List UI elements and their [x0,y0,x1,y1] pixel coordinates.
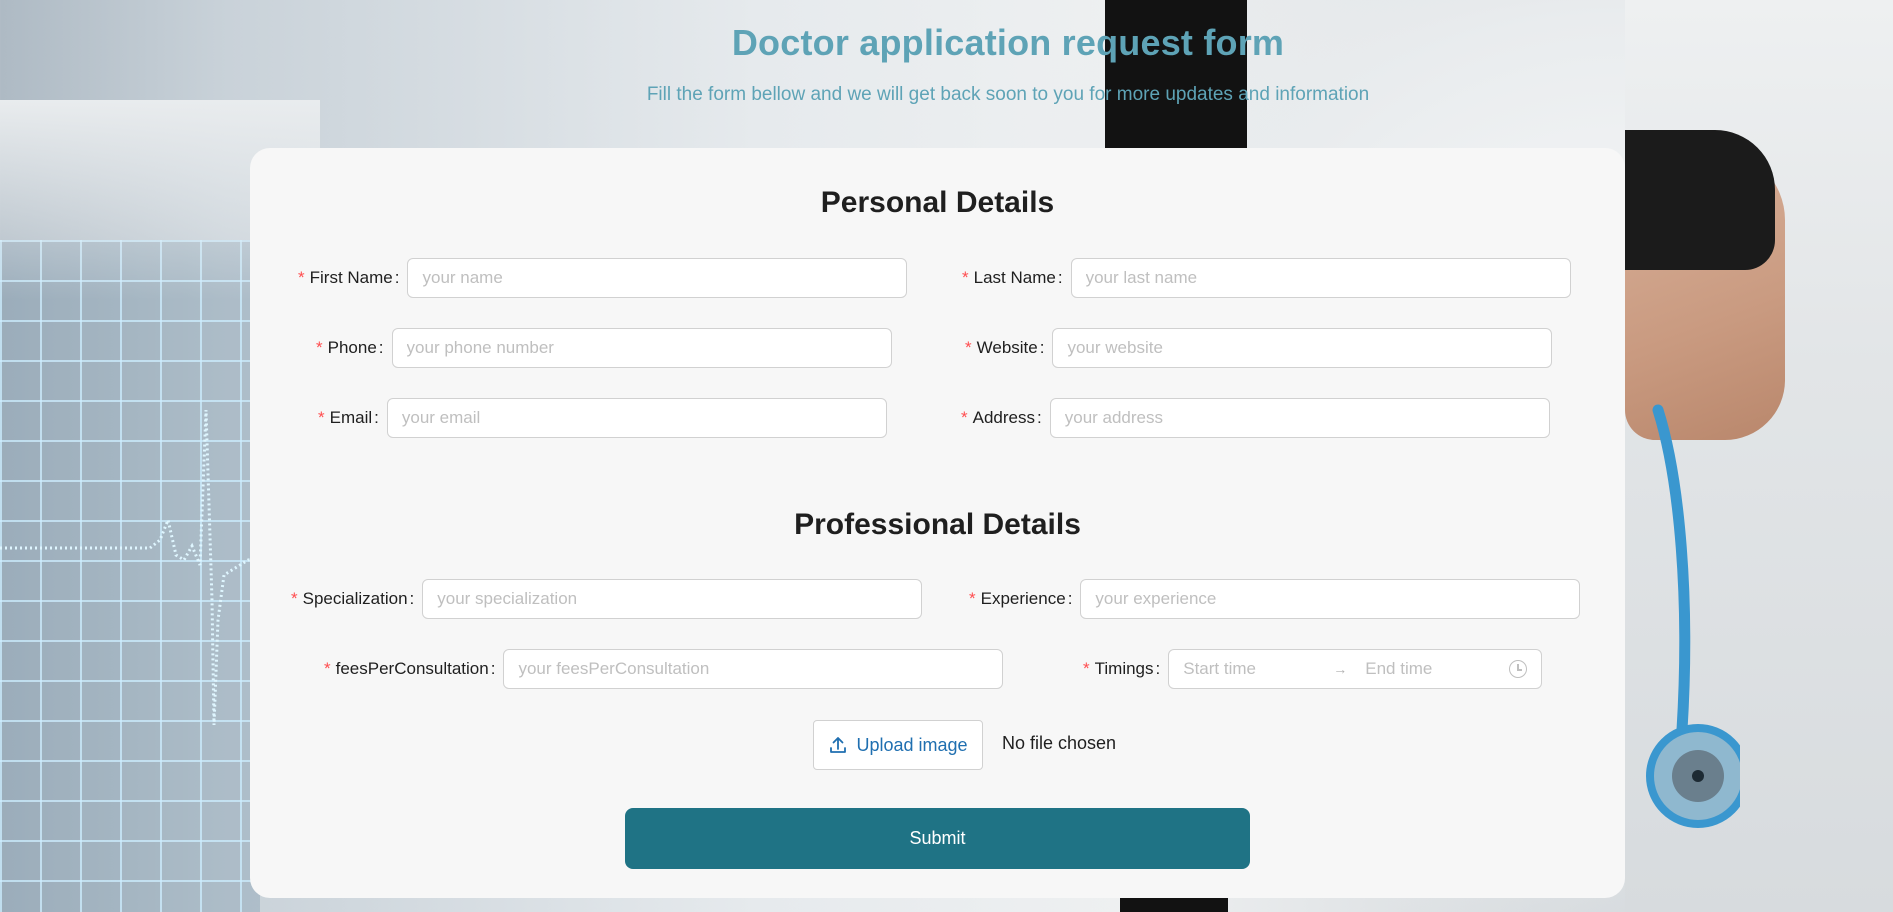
required-mark: * [324,659,331,678]
experience-label: * Experience : [969,589,1073,608]
address-input[interactable] [1049,398,1550,438]
start-time-input[interactable]: Start time [1183,659,1333,679]
application-form-card: Personal Details * First Name : * Last N… [250,148,1625,898]
required-mark: * [969,589,976,608]
specialization-field: * Specialization : [291,579,923,619]
required-mark: * [965,338,972,357]
fees-per-consultation-input[interactable] [503,649,1004,689]
required-mark: * [961,408,968,427]
specialization-label: * Specialization : [291,589,415,608]
email-field: * Email : [318,398,887,438]
last-name-label: * Last Name : [962,268,1063,287]
stethoscope-graphic [1646,404,1740,828]
first-name-field: * First Name : [298,258,908,298]
ecg-line-graphic [0,409,260,726]
specialization-input[interactable] [422,579,923,619]
clock-icon [1509,660,1528,678]
first-name-input[interactable] [407,258,908,298]
experience-field: * Experience : [969,579,1581,619]
required-mark: * [962,268,969,287]
page-subtitle: Fill the form bellow and we will get bac… [646,84,1370,105]
submit-button[interactable]: Submit [625,808,1250,869]
experience-input[interactable] [1080,579,1581,619]
fees-per-consultation-label: * feesPerConsultation : [324,659,496,678]
required-mark: * [1083,659,1090,678]
last-name-field: * Last Name : [962,258,1571,298]
range-arrow-icon: → [1333,661,1348,677]
address-field: * Address : [961,398,1550,438]
upload-icon [830,737,847,753]
required-mark: * [291,589,298,608]
website-label: * Website : [965,338,1045,357]
timings-range-picker[interactable]: Start time → End time [1168,649,1543,689]
professional-details-heading: Professional Details [794,508,1081,541]
page-title: Doctor application request form [731,22,1285,63]
file-status-text: No file chosen [1002,733,1117,753]
upload-image-label: Upload image [856,734,968,755]
background-cuff [1625,130,1775,270]
timings-field: * Timings : Start time → End time [1083,649,1543,689]
email-input[interactable] [386,398,887,438]
end-time-input[interactable]: End time [1365,659,1509,679]
address-label: * Address : [961,408,1042,427]
page-header: Doctor application request form Fill the… [0,22,1893,106]
website-input[interactable] [1052,328,1553,368]
required-mark: * [318,408,325,427]
email-label: * Email : [318,408,379,427]
phone-label: * Phone : [316,338,384,357]
first-name-label: * First Name : [298,268,400,287]
timings-label: * Timings : [1083,659,1161,678]
required-mark: * [316,338,323,357]
phone-field: * Phone : [316,328,892,368]
required-mark: * [298,268,305,287]
personal-details-heading: Personal Details [820,186,1055,219]
website-field: * Website : [965,328,1553,368]
phone-input[interactable] [391,328,892,368]
fees-per-consultation-field: * feesPerConsultation : [324,649,1004,689]
last-name-input[interactable] [1070,258,1571,298]
upload-image-button[interactable]: Upload image [813,720,983,770]
